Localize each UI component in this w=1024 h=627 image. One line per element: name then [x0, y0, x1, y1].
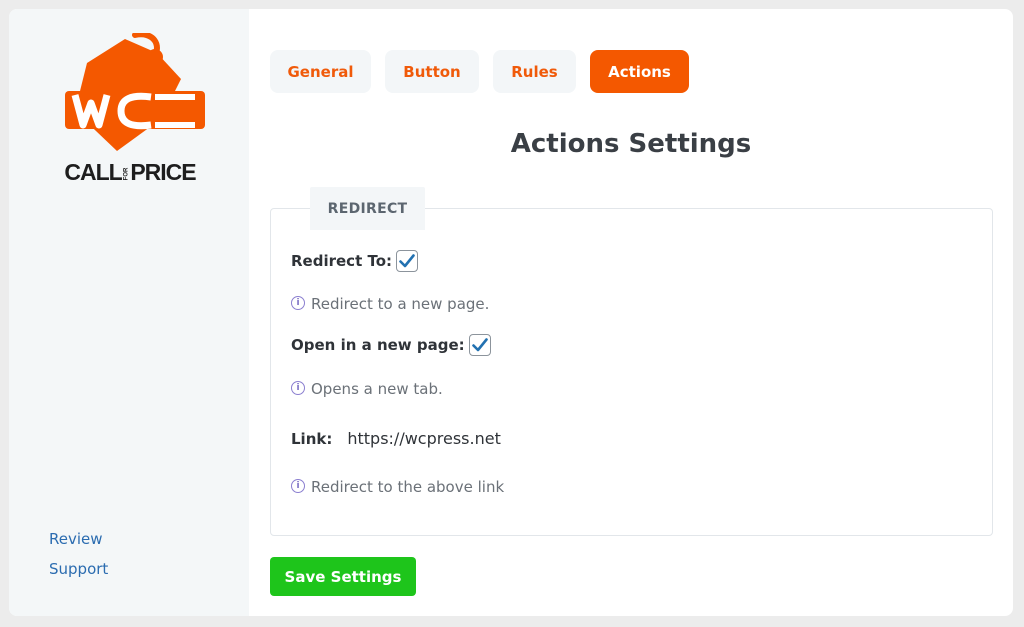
info-circle-icon: i: [291, 296, 305, 310]
link-row: Link: https://wcpress.net: [291, 429, 501, 448]
review-link[interactable]: Review: [49, 530, 103, 548]
open-new-page-checkbox[interactable]: [468, 334, 491, 356]
redirect-to-label: Redirect To:: [291, 252, 393, 270]
redirect-to-row: Redirect To:: [291, 250, 419, 272]
logo-text-price: PRICE: [130, 159, 196, 185]
settings-panel: CALLFORPRICE Review Support General Butt…: [9, 9, 1013, 616]
logo-wordmark: CALLFORPRICE: [55, 159, 205, 186]
link-help: i Redirect to the above link: [291, 478, 504, 496]
tab-button[interactable]: Button: [385, 50, 479, 93]
link-input[interactable]: https://wcpress.net: [347, 429, 500, 448]
open-new-page-row: Open in a new page:: [291, 334, 491, 356]
redirect-to-help: i Redirect to a new page.: [291, 295, 489, 313]
logo-text-call: CALL: [64, 159, 122, 185]
price-tag-icon: [65, 33, 205, 151]
redirect-to-help-text: Redirect to a new page.: [311, 295, 490, 313]
open-new-page-help-text: Opens a new tab.: [311, 380, 443, 398]
info-circle-icon: i: [291, 381, 305, 395]
checkmark-icon: [471, 338, 488, 352]
logo-text-for: FOR: [123, 167, 130, 181]
call-for-price-logo: CALLFORPRICE: [55, 33, 205, 189]
section-tab-redirect[interactable]: REDIRECT: [310, 187, 425, 230]
tab-actions[interactable]: Actions: [590, 50, 689, 93]
tab-rules[interactable]: Rules: [493, 50, 576, 93]
info-circle-icon: i: [291, 479, 305, 493]
open-new-page-label: Open in a new page:: [291, 336, 465, 354]
main-content: General Button Rules Actions Actions Set…: [249, 9, 1013, 616]
checkmark-icon: [399, 254, 415, 268]
support-link[interactable]: Support: [49, 560, 108, 578]
save-settings-button[interactable]: Save Settings: [270, 557, 416, 596]
sidebar: CALLFORPRICE Review Support: [9, 9, 249, 616]
page-title: Actions Settings: [510, 129, 752, 159]
open-new-page-help: i Opens a new tab.: [291, 380, 443, 398]
tab-general[interactable]: General: [270, 50, 371, 93]
redirect-to-checkbox[interactable]: [396, 250, 419, 272]
link-help-text: Redirect to the above link: [311, 478, 505, 496]
link-label: Link:: [291, 429, 333, 448]
